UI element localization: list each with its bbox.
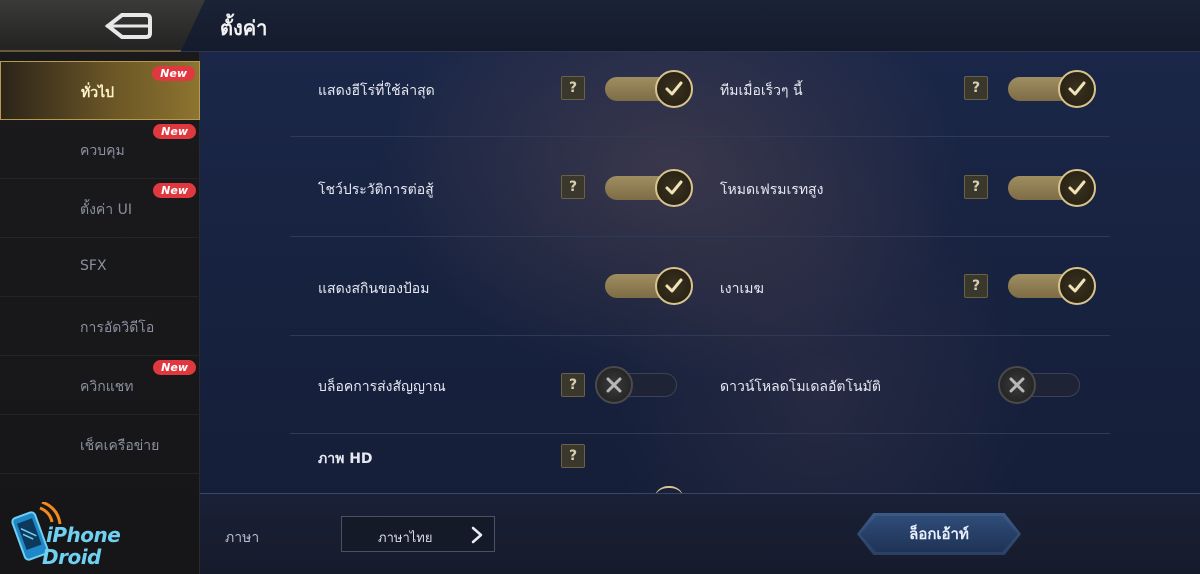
setting-label-tower-skins: แสดงสกินของป้อม xyxy=(318,281,430,297)
row-divider xyxy=(290,236,1110,237)
watermark-text: iPhone xyxy=(46,523,121,547)
header-bar: ตั้งค่า xyxy=(0,0,1200,52)
setting-label-recent-teams: ทีมเมื่อเร็วๆ นี้ xyxy=(720,83,803,99)
sidebar-item-general[interactable]: ทั่วไป New xyxy=(0,61,200,120)
new-badge: New xyxy=(153,360,196,375)
sidebar-item-controls[interactable]: ควบคุม New xyxy=(0,120,200,179)
help-button[interactable]: ? xyxy=(561,373,585,397)
help-button[interactable]: ? xyxy=(964,175,988,199)
setting-label-block-signals: บล็อคการส่งสัญญาณ xyxy=(318,379,446,395)
sidebar-item-label: การอัดวิดีโอ xyxy=(80,320,155,336)
watermark-text: Droid xyxy=(42,545,101,569)
sidebar-item-quick-chat[interactable]: ควิกแชท New xyxy=(0,356,200,415)
x-icon xyxy=(998,366,1036,404)
sidebar-item-label: ควบคุม xyxy=(80,143,125,159)
setting-label-recent-heroes: แสดงฮีโร่ที่ใช้ล่าสุด xyxy=(318,83,435,99)
sidebar-item-network-check[interactable]: เช็คเครือข่าย xyxy=(0,415,200,474)
check-icon xyxy=(655,70,693,108)
setting-label-high-framerate: โหมดเฟรมเรทสูง xyxy=(720,182,824,198)
language-select[interactable]: ภาษาไทย xyxy=(341,516,495,552)
help-button[interactable]: ? xyxy=(964,76,988,100)
check-icon xyxy=(1058,70,1096,108)
chevron-right-icon xyxy=(471,526,483,544)
help-button[interactable]: ? xyxy=(561,175,585,199)
toggle-high-framerate[interactable] xyxy=(1008,169,1096,207)
check-icon xyxy=(655,169,693,207)
toggle-recent-heroes[interactable] xyxy=(605,70,693,108)
help-button[interactable]: ? xyxy=(561,76,585,100)
toggle-battle-history[interactable] xyxy=(605,169,693,207)
page-title: ตั้งค่า xyxy=(220,16,268,40)
sidebar-item-label: เช็คเครือข่าย xyxy=(80,438,160,454)
toggle-tower-skins[interactable] xyxy=(605,267,693,305)
sidebar-item-label: ควิกแชท xyxy=(80,379,134,395)
check-icon xyxy=(1058,267,1096,305)
row-divider xyxy=(290,433,1110,434)
setting-label-cloud-shadows: เงาเมฆ xyxy=(720,281,764,297)
setting-label-auto-download-models: ดาวน์โหลดโมเดลอัตโนมัติ xyxy=(720,379,881,395)
new-badge: New xyxy=(152,66,195,81)
sidebar-item-label: SFX xyxy=(80,258,107,274)
sidebar-item-sfx[interactable]: SFX xyxy=(0,238,200,297)
logout-button-label: ล็อกเอ้าท์ xyxy=(860,516,1018,552)
language-value: ภาษาไทย xyxy=(378,531,433,546)
setting-label-hd-graphics: ภาพ HD xyxy=(318,451,373,467)
toggle-recent-teams[interactable] xyxy=(1008,70,1096,108)
language-label: ภาษา xyxy=(225,530,260,546)
sidebar-item-ui-settings[interactable]: ตั้งค่า UI New xyxy=(0,179,200,238)
check-icon xyxy=(655,267,693,305)
setting-label-battle-history: โชว์ประวัติการต่อสู้ xyxy=(318,182,434,198)
toggle-block-signals[interactable] xyxy=(595,366,685,404)
row-divider xyxy=(290,335,1110,336)
sidebar-item-label: ทั่วไป xyxy=(81,85,115,101)
back-button[interactable] xyxy=(0,0,205,52)
help-button[interactable]: ? xyxy=(561,444,585,468)
back-arrow-icon xyxy=(104,13,152,39)
row-divider xyxy=(290,136,1110,137)
sidebar: ทั่วไป New ควบคุม New ตั้งค่า UI New SFX… xyxy=(0,52,200,574)
toggle-cloud-shadows[interactable] xyxy=(1008,267,1096,305)
new-badge: New xyxy=(153,124,196,139)
new-badge: New xyxy=(153,183,196,198)
toggle-auto-download-models[interactable] xyxy=(998,366,1088,404)
sidebar-item-label: ตั้งค่า UI xyxy=(80,202,132,218)
x-icon xyxy=(595,366,633,404)
sidebar-item-video-recording[interactable]: การอัดวิดีโอ xyxy=(0,297,200,356)
help-button[interactable]: ? xyxy=(964,274,988,298)
logout-button[interactable]: ล็อกเอ้าท์ xyxy=(857,513,1021,555)
check-icon xyxy=(1058,169,1096,207)
